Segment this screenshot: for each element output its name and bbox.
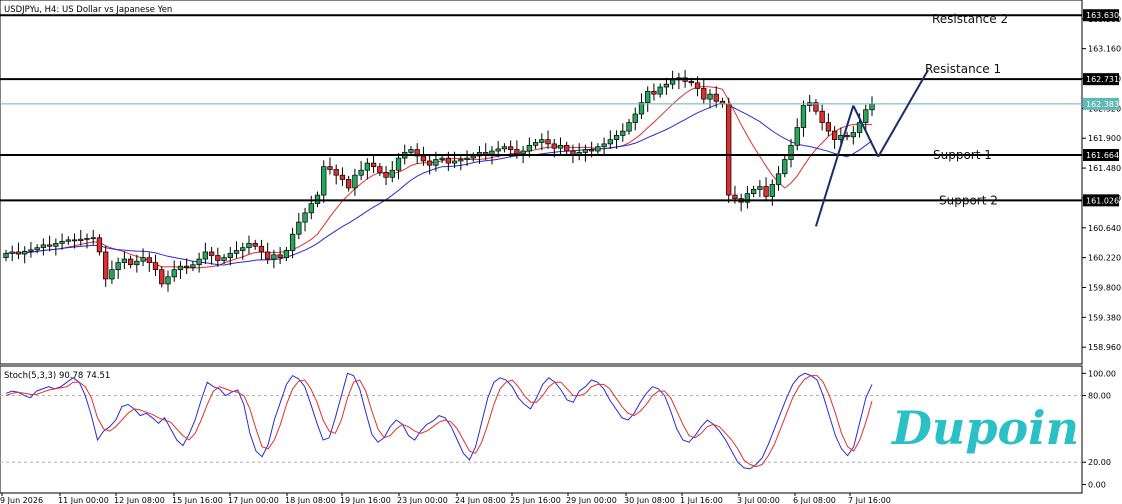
time-tick-label: 17 Jun 00:00	[228, 496, 279, 504]
price-tick-label: 160.640	[1088, 224, 1121, 233]
time-tick-label: 19 Jun 16:00	[340, 496, 391, 504]
stoch-tick-label: 100.00	[1088, 369, 1116, 378]
time-tick-label: 18 Jun 08:00	[285, 496, 336, 504]
forex-chart: USDJPYu, H4: US Dollar vs Japanese Yen S…	[0, 0, 1121, 504]
main-price-panel	[0, 0, 1083, 365]
price-tag-support1: 161.664	[1083, 148, 1119, 161]
dupoin-logo-text: Dupoin	[890, 401, 1079, 455]
time-tick-label: 24 Jun 08:00	[455, 496, 506, 504]
stochastic-title: Stoch(5,3,3) 90.78 74.51	[4, 371, 110, 381]
price-tag-support2: 161.026	[1083, 194, 1119, 207]
time-tick-label: 7 Jul 16:00	[848, 496, 891, 504]
time-tick-label: 15 Jun 16:00	[172, 496, 223, 504]
price-tick-label: 160.220	[1088, 254, 1121, 263]
time-tick-label: 30 Jun 08:00	[624, 496, 675, 504]
price-tick-label: 161.900	[1088, 134, 1121, 143]
svg-text:162.383: 162.383	[1086, 100, 1119, 109]
price-tick-label: 161.480	[1088, 164, 1121, 173]
level-label: Support 1	[933, 148, 992, 162]
time-tick-label: 6 Jul 08:00	[793, 496, 836, 504]
dupoin-logo: Dupoin	[890, 401, 1079, 455]
stoch-tick-label: 0.00	[1088, 480, 1106, 489]
time-tick-label: 1 Jul 16:00	[680, 496, 723, 504]
level-label: Support 2	[939, 193, 998, 207]
price-tag-resistance2: 163.630	[1083, 9, 1119, 22]
time-tick-label: 23 Jun 00:00	[397, 496, 448, 504]
price-tag-current: 162.383	[1083, 97, 1119, 110]
price-tick-label: 158.960	[1088, 343, 1121, 352]
level-label: Resistance 1	[925, 62, 1001, 76]
time-tick-label: 29 Jun 00:00	[566, 496, 617, 504]
svg-text:161.664: 161.664	[1086, 151, 1119, 160]
svg-text:163.630: 163.630	[1086, 11, 1119, 20]
level-label: Resistance 2	[932, 12, 1008, 26]
time-tick-label: 9 Jun 2026	[0, 496, 43, 504]
stoch-tick-label: 20.00	[1088, 458, 1111, 467]
time-tick-label: 12 Jun 08:00	[114, 496, 165, 504]
time-tick-label: 25 Jun 16:00	[510, 496, 561, 504]
price-axis: 158.960 159.380 159.800 160.220 160.640 161.0…	[1082, 9, 1121, 352]
price-tick-label: 159.380	[1088, 313, 1121, 322]
price-tick-label: 163.160	[1088, 45, 1121, 54]
time-axis: 9 Jun 2026 11 Jun 00:00 12 Jun 08:00 15 Jun…	[0, 493, 891, 504]
chart-title: USDJPYu, H4: US Dollar vs Japanese Yen	[4, 5, 172, 15]
svg-text:162.731: 162.731	[1086, 75, 1119, 84]
time-tick-label: 11 Jun 00:00	[58, 496, 109, 504]
price-tick-label: 159.800	[1088, 283, 1121, 292]
stoch-tick-label: 80.00	[1088, 392, 1111, 401]
price-tag-resistance1: 162.731	[1083, 73, 1119, 86]
candle	[726, 97, 732, 203]
time-tick-label: 3 Jul 00:00	[737, 496, 780, 504]
svg-text:161.026: 161.026	[1086, 196, 1119, 205]
